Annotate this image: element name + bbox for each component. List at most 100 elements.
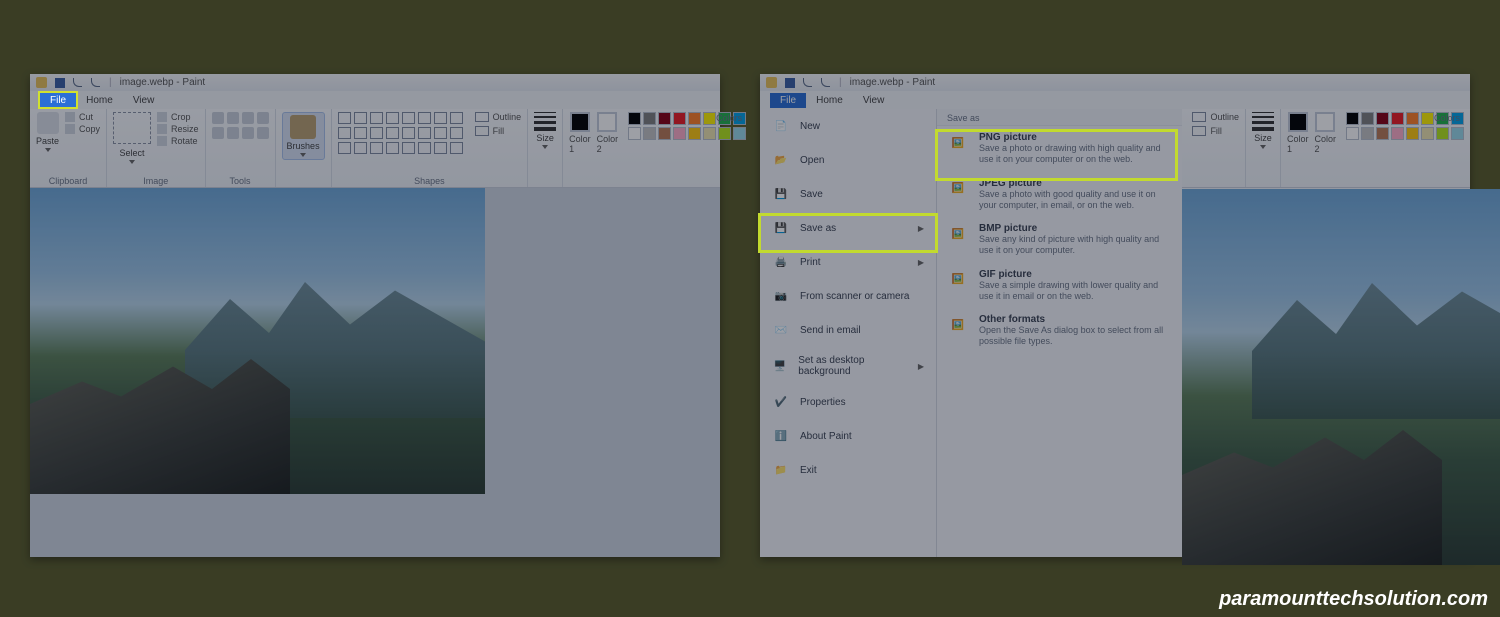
open-icon: 📂 [772, 151, 790, 169]
palette-swatch[interactable] [688, 127, 701, 140]
menu-save-as[interactable]: 💾Save as▶ [760, 211, 936, 245]
palette-swatch[interactable] [703, 112, 716, 125]
palette-swatch[interactable] [673, 112, 686, 125]
color2-button[interactable]: Color 2 [597, 112, 619, 154]
palette-swatch[interactable] [643, 112, 656, 125]
color2-button[interactable]: Color 2 [1314, 112, 1336, 154]
copy-icon [65, 124, 75, 134]
menu-scanner[interactable]: 📷From scanner or camera [760, 279, 936, 313]
palette-swatch[interactable] [673, 127, 686, 140]
palette-swatch[interactable] [1361, 127, 1374, 140]
group-shapes: Outline Fill Shapes [332, 109, 529, 187]
fill-button[interactable]: Fill [1192, 126, 1239, 136]
palette-swatch[interactable] [703, 127, 716, 140]
color1-swatch [1288, 112, 1308, 132]
tools-grid[interactable] [212, 112, 269, 139]
submenu-png[interactable]: 🖼️ PNG pictureSave a photo or drawing wi… [937, 126, 1182, 172]
palette-swatch[interactable] [1451, 127, 1464, 140]
menu-open[interactable]: 📂Open [760, 143, 936, 177]
save-icon[interactable] [785, 78, 795, 88]
canvas-area[interactable] [30, 188, 720, 557]
image-content [1182, 415, 1442, 565]
paint-window-left: | image.webp - Paint File Home View Past… [30, 74, 720, 557]
outline-button[interactable]: Outline [1192, 112, 1239, 122]
shapes-grid[interactable] [338, 112, 463, 154]
palette-swatch[interactable] [1391, 127, 1404, 140]
outline-icon [1192, 112, 1206, 122]
palette-swatch[interactable] [1406, 127, 1419, 140]
copy-button[interactable]: Copy [65, 124, 100, 134]
palette-swatch[interactable] [628, 127, 641, 140]
submenu-bmp[interactable]: 🖼️ BMP pictureSave any kind of picture w… [937, 217, 1182, 263]
dropdown-icon [300, 153, 306, 157]
palette-swatch[interactable] [628, 112, 641, 125]
palette-swatch[interactable] [1376, 112, 1389, 125]
palette-swatch[interactable] [1421, 112, 1434, 125]
select-button[interactable]: Select [113, 112, 151, 164]
palette-swatch[interactable] [1421, 127, 1434, 140]
undo-icon[interactable] [73, 78, 83, 88]
color1-button[interactable]: Color 1 [569, 112, 591, 154]
tab-file[interactable]: File [40, 93, 76, 108]
submenu-other[interactable]: 🖼️ Other formatsOpen the Save As dialog … [937, 308, 1182, 354]
size-button[interactable]: Size [534, 112, 556, 149]
menu-about[interactable]: ℹ️About Paint [760, 419, 936, 453]
tab-view[interactable]: View [853, 93, 895, 108]
menu-desktop-bg[interactable]: 🖥️Set as desktop background▶ [760, 347, 936, 385]
palette-swatch[interactable] [688, 112, 701, 125]
email-icon: ✉️ [772, 321, 790, 339]
submenu-jpeg[interactable]: 🖼️ JPEG pictureSave a photo with good qu… [937, 172, 1182, 218]
submenu-gif[interactable]: 🖼️ GIF pictureSave a simple drawing with… [937, 263, 1182, 309]
crop-button[interactable]: Crop [157, 112, 199, 122]
palette-swatch[interactable] [643, 127, 656, 140]
menu-save[interactable]: 💾Save [760, 177, 936, 211]
palette-swatch[interactable] [1376, 127, 1389, 140]
size-button[interactable]: Size [1252, 112, 1274, 149]
save-icon[interactable] [55, 78, 65, 88]
palette-swatch[interactable] [733, 127, 746, 140]
bmp-icon: 🖼️ [947, 223, 969, 245]
cut-button[interactable]: Cut [65, 112, 100, 122]
menu-email[interactable]: ✉️Send in email [760, 313, 936, 347]
menu-new[interactable]: 📄New [760, 109, 936, 143]
palette-swatch[interactable] [1406, 112, 1419, 125]
dropdown-icon [45, 148, 51, 152]
canvas-image [1182, 189, 1500, 565]
rotate-button[interactable]: Rotate [157, 136, 199, 146]
tab-home[interactable]: Home [806, 93, 853, 108]
jpeg-icon: 🖼️ [947, 178, 969, 200]
palette-swatch[interactable] [718, 127, 731, 140]
undo-icon[interactable] [803, 78, 813, 88]
brush-icon [290, 115, 316, 139]
size-icon [1252, 112, 1274, 131]
palette-swatch[interactable] [1346, 112, 1359, 125]
tab-file[interactable]: File [770, 93, 806, 108]
menu-exit[interactable]: 📁Exit [760, 453, 936, 487]
group-clipboard: Paste Cut Copy Clipboard [30, 109, 107, 187]
scanner-icon: 📷 [772, 287, 790, 305]
palette-swatch[interactable] [658, 127, 671, 140]
resize-button[interactable]: Resize [157, 124, 199, 134]
redo-icon[interactable] [821, 78, 831, 88]
palette-swatch[interactable] [1391, 112, 1404, 125]
palette-swatch[interactable] [1346, 127, 1359, 140]
paste-button[interactable]: Paste [36, 112, 59, 152]
separator: | [109, 77, 112, 88]
crop-icon [157, 112, 167, 122]
group-colors: Color 1 Color 2 Colors [563, 109, 752, 187]
print-icon: 🖨️ [772, 253, 790, 271]
menu-print[interactable]: 🖨️Print▶ [760, 245, 936, 279]
outline-button[interactable]: Outline [475, 112, 522, 122]
other-formats-icon: 🖼️ [947, 314, 969, 336]
menu-properties[interactable]: ✔️Properties [760, 385, 936, 419]
tab-view[interactable]: View [123, 93, 165, 108]
outline-icon [475, 112, 489, 122]
redo-icon[interactable] [91, 78, 101, 88]
color1-button[interactable]: Color 1 [1287, 112, 1309, 154]
tab-home[interactable]: Home [76, 93, 123, 108]
palette-swatch[interactable] [1436, 127, 1449, 140]
palette-swatch[interactable] [658, 112, 671, 125]
brushes-button[interactable]: Brushes [282, 112, 325, 160]
palette-swatch[interactable] [1361, 112, 1374, 125]
fill-button[interactable]: Fill [475, 126, 522, 136]
